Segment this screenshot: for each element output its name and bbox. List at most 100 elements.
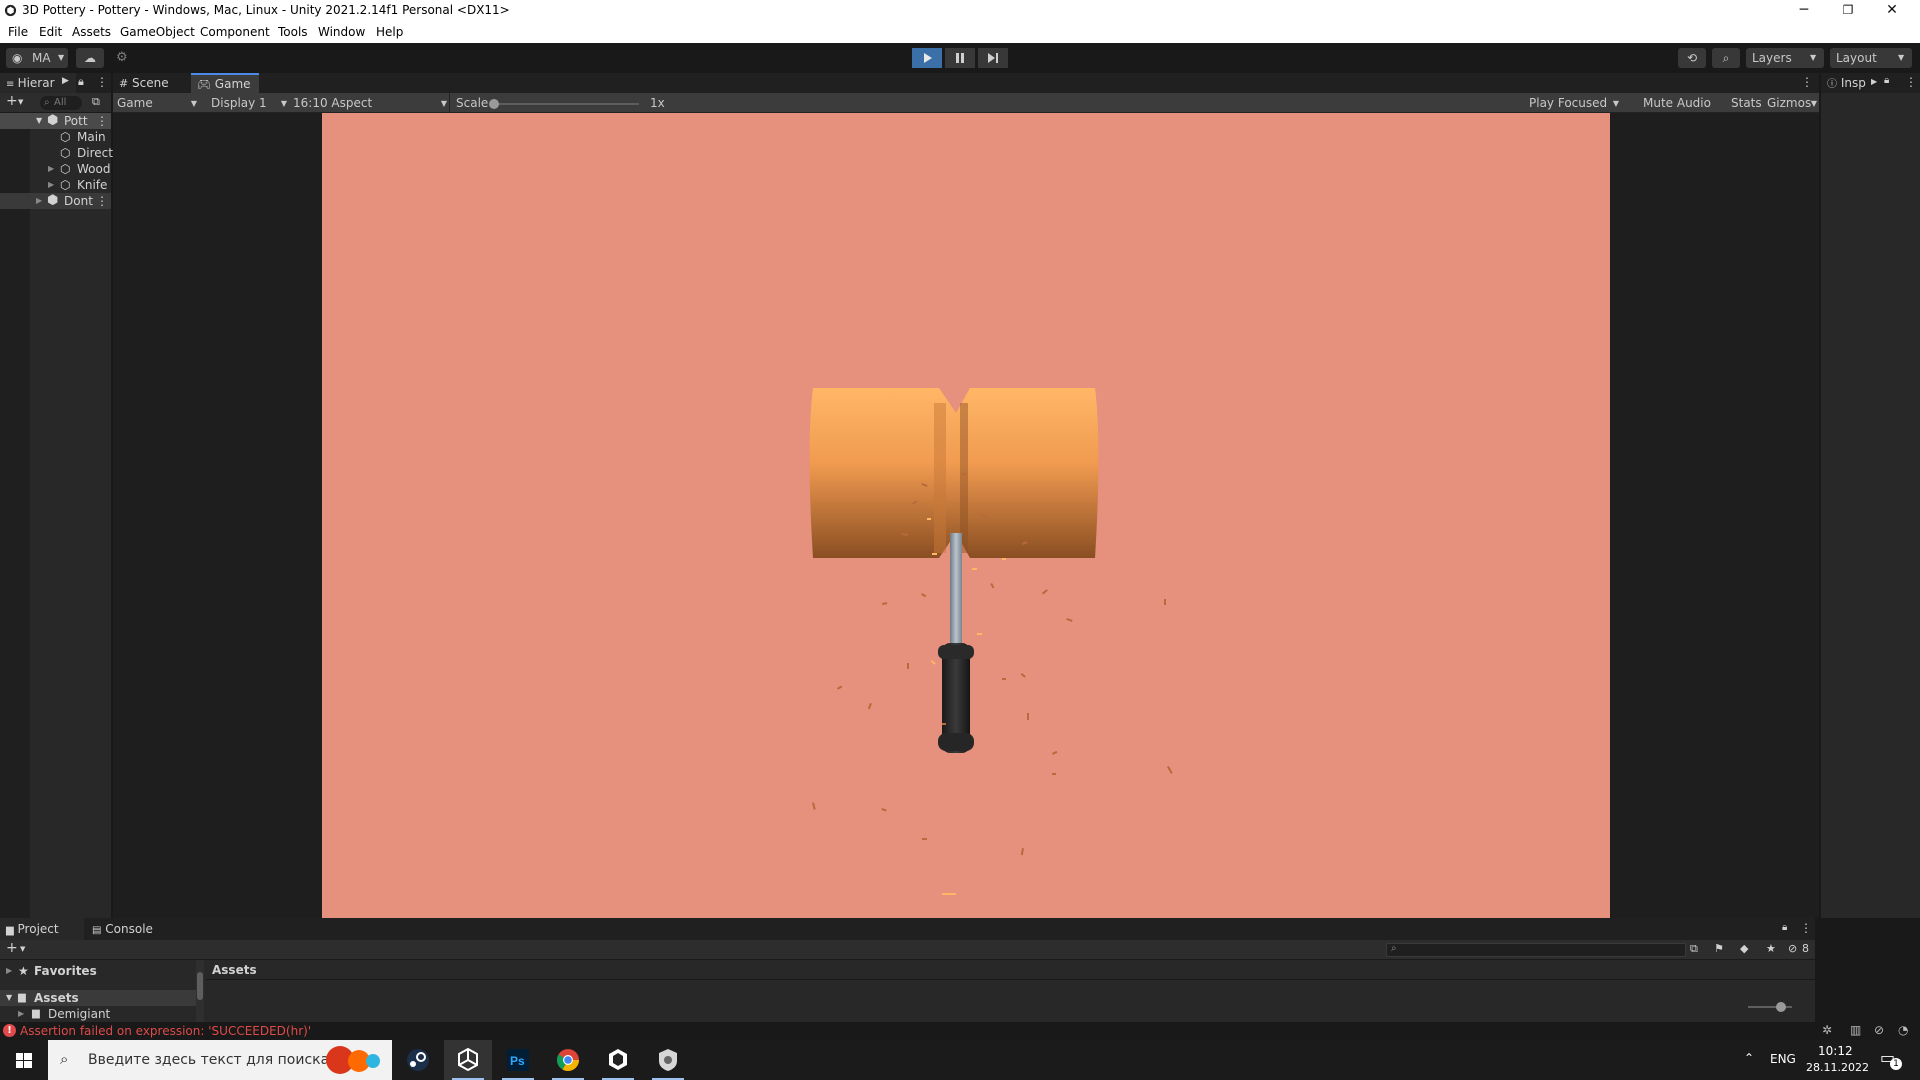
display-select[interactable]: Display 1 ▼ [211,95,287,112]
tab-scene[interactable]: # Scene [113,73,189,93]
lock-icon[interactable]: 🔒︎ [1884,75,1889,86]
play-button[interactable] [912,48,942,68]
project-search-input[interactable]: ⌕ [1386,943,1686,957]
cloud-icon: ☁ [84,51,96,65]
taskbar-chrome[interactable] [544,1040,592,1080]
expand-arrow-icon[interactable]: ▶ [48,177,54,193]
taskbar-steam[interactable] [394,1040,442,1080]
hierarchy-item-directional-light[interactable]: ⬡ Direct [0,145,113,161]
tree-scrollbar-thumb[interactable] [197,972,203,1000]
auto-generate-lighting-icon[interactable]: ⊘ [1874,1023,1884,1037]
chevron-down-icon[interactable]: ▼ [18,98,23,106]
tree-item-favorites[interactable]: ▶ ★ Favorites [0,963,196,979]
scale-slider-handle[interactable] [489,99,499,109]
stats-toggle[interactable]: Stats [1731,95,1762,112]
taskbar-unity-hub[interactable] [594,1040,642,1080]
chevron-down-icon[interactable]: ▼ [20,945,25,953]
menu-component[interactable]: Component [200,25,270,39]
start-button[interactable] [0,1040,48,1080]
lock-icon[interactable]: 🔒︎ [1782,922,1787,933]
mute-audio-toggle[interactable]: Mute Audio [1643,95,1711,112]
account-dropdown[interactable]: ◉ MA ▼ [6,48,68,68]
cloud-button[interactable]: ☁ [76,48,104,68]
tree-item-demigiant[interactable]: ▶ ▆ Demigiant [0,1006,196,1022]
expand-arrow-icon[interactable]: ▶ [36,193,42,209]
play-focused-select[interactable]: Play Focused ▼ [1529,95,1621,112]
taskbar-unity[interactable] [444,1040,492,1080]
progress-icon[interactable]: ◔ [1898,1023,1908,1037]
breadcrumb-item[interactable]: Assets [212,960,257,980]
tray-expand-icon[interactable]: ⌃ [1744,1051,1754,1065]
notification-center-button[interactable]: ▭ 1 [1878,1048,1902,1072]
more-icon[interactable]: ⋮ [1905,75,1917,89]
menu-help[interactable]: Help [376,25,403,39]
filter-icon[interactable]: ⚑ [1714,942,1724,955]
cache-server-icon[interactable]: ▥ [1850,1023,1861,1037]
taskbar-app[interactable] [644,1040,692,1080]
icon-size-slider[interactable] [1748,1002,1792,1012]
menu-tools[interactable]: Tools [278,25,308,39]
taskbar-photoshop[interactable]: Ps [494,1040,542,1080]
favorite-star-icon[interactable]: ★ [1766,942,1776,955]
taskbar-search-input[interactable]: ⌕ Введите здесь текст для поиска [48,1040,392,1080]
search-by-type-icon[interactable]: ⧉ [1690,942,1698,956]
add-icon[interactable]: + [6,93,18,109]
scale-slider[interactable] [489,99,639,109]
expand-arrow-icon[interactable]: ▶ [18,1006,24,1022]
menu-assets[interactable]: Assets [72,25,111,39]
menu-window[interactable]: Window [318,25,365,39]
hierarchy-item-dont-destroy[interactable]: ▶ ⬢ Dont ⋮ [0,193,111,209]
restore-button[interactable]: ❐ [1826,0,1870,22]
debug-icon[interactable]: ✲ [1822,1023,1832,1037]
expand-arrow-icon[interactable]: ▼ [36,113,42,129]
menu-gameobject[interactable]: GameObject [120,25,195,39]
lock-icon[interactable]: 🔒︎ [78,75,84,89]
history-button[interactable]: ⟲ [1678,48,1706,68]
tab-game[interactable]: 🎮︎ Game [191,73,259,93]
hierarchy-search-input[interactable]: ⌕ All [40,96,82,110]
more-icon[interactable]: ⋮ [96,113,108,129]
clock-time[interactable]: 10:12 [1818,1044,1853,1058]
expand-arrow-icon[interactable]: ▶ [48,161,54,177]
label-icon[interactable]: ◆ [1740,942,1748,955]
more-icon[interactable]: ⋮ [1801,75,1813,89]
menu-edit[interactable]: Edit [39,25,62,39]
hierarchy-item-scene-pottery[interactable]: ▼ ⬢ Pott ⋮ [0,113,111,129]
clock-date[interactable]: 28.11.2022 [1806,1061,1869,1074]
tree-scrollbar[interactable] [196,960,204,1022]
scene-visibility-icon[interactable]: ⧉ [92,95,100,109]
close-button[interactable]: ✕ [1870,0,1914,22]
tree-item-assets[interactable]: ▼ ▆ Assets [0,990,196,1006]
status-bar[interactable]: ! Assertion failed on expression: 'SUCCE… [0,1022,1920,1040]
tab-project-label: Project [17,922,59,936]
more-icon[interactable]: ⋮ [1800,921,1812,935]
hierarchy-item-main-camera[interactable]: ⬡ Main [0,129,111,145]
search-button[interactable]: ⌕ [1712,48,1740,68]
step-button[interactable] [978,48,1008,68]
aspect-select[interactable]: 16:10 Aspect ▼ [293,95,447,112]
collab-icon[interactable]: ⚙ [116,50,132,66]
tab-console[interactable]: ▤ Console [86,918,170,940]
add-icon[interactable]: + [6,940,18,956]
expand-arrow-icon[interactable]: ▶ [6,963,12,979]
language-indicator[interactable]: ENG [1770,1052,1796,1066]
game-viewport[interactable] [113,113,1819,918]
hierarchy-item-knife[interactable]: ▶ ⬡ Knife [0,177,111,193]
expand-arrow-icon[interactable]: ▼ [6,990,12,1006]
icon-size-slider-handle[interactable] [1776,1002,1786,1012]
tab-project[interactable]: ▆ Project [0,918,84,940]
more-icon[interactable]: ⋮ [96,75,108,89]
status-message[interactable]: Assertion failed on expression: 'SUCCEED… [20,1024,311,1038]
game-render-canvas[interactable] [322,113,1610,918]
hierarchy-item-wood[interactable]: ▶ ⬡ Wood [0,161,111,177]
tab-inspector[interactable]: ⓘ Insp [1827,73,1866,93]
pause-button[interactable] [945,48,975,68]
more-icon[interactable]: ⋮ [96,193,108,209]
layout-dropdown[interactable]: Layout ▼ [1830,48,1912,68]
minimize-button[interactable]: ─ [1782,0,1826,22]
menu-file[interactable]: File [8,25,28,39]
gizmos-toggle[interactable]: Gizmos ▼ [1767,95,1817,112]
view-select[interactable]: Game ▼ [117,95,201,112]
hidden-packages-icon[interactable]: ⊘ [1788,942,1797,955]
layers-dropdown[interactable]: Layers ▼ [1746,48,1824,68]
